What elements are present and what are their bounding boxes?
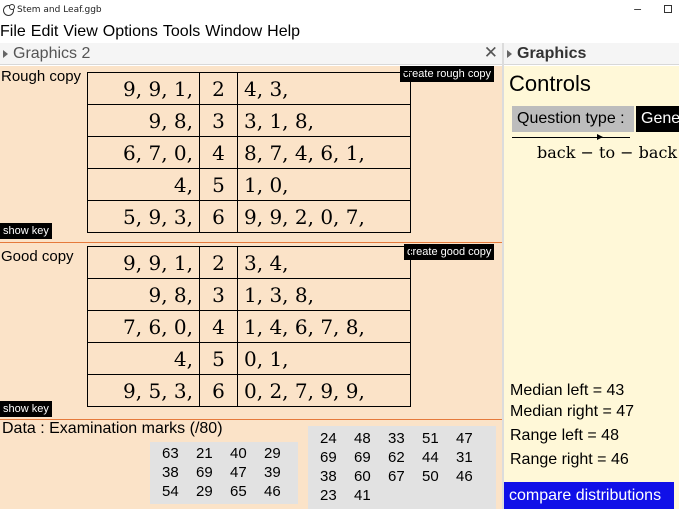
menu-edit[interactable]: Edit [31,23,59,41]
rough-stem-leaf-table: 9, 9, 1, 2 4, 3, 9, 8, 3 3, 1, 8, 6, 7, … [87,72,411,233]
geogebra-app-icon [3,3,15,16]
direction-label: back − to − back [537,143,678,162]
right-data-set: 24 48 33 51 47 69 69 62 44 31 38 60 67 5… [308,426,496,509]
show-key-good-button[interactable]: show key [0,401,52,417]
window-title: Stem and Leaf.ggb [17,5,102,15]
create-rough-copy-button[interactable]: create rough copy [400,66,495,82]
left-leaves-cell: 9, 9, 1, [87,72,200,105]
data-row: 69 69 62 44 31 [320,449,473,466]
menu-window[interactable]: Window [205,23,262,41]
right-leaves-cell: 8, 7, 4, 6, 1, [237,136,411,169]
left-leaves-cell: 5, 9, 3, [87,200,200,233]
table-row: 4, 5 1, 0, [87,168,411,201]
minimize-icon[interactable]: − [633,3,642,16]
collapse-triangle-icon[interactable] [3,49,8,58]
data-row: 54 29 65 46 [162,483,281,500]
menu-bar: File Edit View Options Tools Window Help [0,20,679,43]
question-type-label: Question type : [512,106,634,132]
stem-cell: 3 [199,278,238,311]
left-leaves-cell: 9, 8, [87,104,200,137]
graphics2-panel-header[interactable]: Graphics 2 ✕ [0,43,502,65]
menu-help[interactable]: Help [267,23,300,41]
left-leaves-cell: 9, 5, 3, [87,374,200,407]
direction-arrow-line [512,137,630,138]
right-leaves-cell: 4, 3, [237,72,411,105]
graphics2-canvas[interactable]: Rough copy create rough copy 9, 9, 1, 2 … [0,66,502,509]
graphics-title: Graphics [517,44,587,62]
collapse-triangle-icon[interactable] [507,49,512,58]
graphics-panel-header[interactable]: Graphics [504,43,679,65]
left-leaves-cell: 6, 7, 0, [87,136,200,169]
table-row: 9, 5, 3, 6 0, 2, 7, 9, 9, [87,374,411,407]
close-icon[interactable]: ✕ [484,43,498,63]
arrow-right-icon [597,134,603,140]
right-leaves-cell: 0, 2, 7, 9, 9, [237,374,411,407]
table-row: 5, 9, 3, 6 9, 9, 2, 0, 7, [87,200,411,233]
stem-cell: 6 [199,200,238,233]
maximize-icon[interactable] [664,5,672,13]
median-left-value: Median left = 43 [510,382,625,399]
rough-copy-label: Rough copy [1,68,82,85]
section-separator [0,242,502,243]
table-row: 4, 5 0, 1, [87,342,411,375]
table-row: 9, 8, 3 1, 3, 8, [87,278,411,311]
controls-panel[interactable]: Controls Question type : Gene back − to … [504,66,679,509]
menu-options[interactable]: Options [103,23,158,41]
menu-file[interactable]: File [0,23,26,41]
data-row: 38 69 47 39 [162,464,281,481]
good-stem-leaf-table: 9, 9, 1, 2 3, 4, 9, 8, 3 1, 3, 8, 7, 6, … [87,246,411,407]
stem-cell: 4 [199,136,238,169]
menu-view[interactable]: View [63,23,97,41]
right-leaves-cell: 9, 9, 2, 0, 7, [237,200,411,233]
controls-title: Controls [509,71,591,96]
table-row: 9, 9, 1, 2 4, 3, [87,72,411,105]
left-leaves-cell: 9, 9, 1, [87,246,200,279]
right-leaves-cell: 1, 4, 6, 7, 8, [237,310,411,343]
data-row: 24 48 33 51 47 [320,430,473,447]
median-right-value: Median right = 47 [510,403,635,420]
data-title: Data : Examination marks (/80) [2,420,223,437]
left-leaves-cell: 4, [87,342,200,375]
stem-cell: 5 [199,342,238,375]
title-bar: Stem and Leaf.ggb − [0,0,679,20]
stem-cell: 4 [199,310,238,343]
question-type-selector[interactable]: Gene [636,106,679,132]
range-left-value: Range left = 48 [510,427,619,444]
stem-cell: 2 [199,246,238,279]
right-leaves-cell: 1, 3, 8, [237,278,411,311]
left-leaves-cell: 4, [87,168,200,201]
right-leaves-cell: 3, 4, [237,246,411,279]
stem-cell: 6 [199,374,238,407]
left-leaves-cell: 9, 8, [87,278,200,311]
table-row: 9, 9, 1, 2 3, 4, [87,246,411,279]
menu-tools[interactable]: Tools [163,23,200,41]
data-row: 23 41 [320,487,371,504]
good-copy-label: Good copy [1,248,74,265]
table-row: 9, 8, 3 3, 1, 8, [87,104,411,137]
right-leaves-cell: 1, 0, [237,168,411,201]
stem-cell: 5 [199,168,238,201]
table-row: 6, 7, 0, 4 8, 7, 4, 6, 1, [87,136,411,169]
left-data-set: 63 21 40 29 38 69 47 39 54 29 65 46 [150,442,298,504]
stem-cell: 3 [199,104,238,137]
right-leaves-cell: 3, 1, 8, [237,104,411,137]
right-leaves-cell: 0, 1, [237,342,411,375]
stem-cell: 2 [199,72,238,105]
show-key-rough-button[interactable]: show key [0,223,52,239]
table-row: 7, 6, 0, 4 1, 4, 6, 7, 8, [87,310,411,343]
left-leaves-cell: 7, 6, 0, [87,310,200,343]
graphics2-title: Graphics 2 [13,44,91,62]
create-good-copy-button[interactable]: create good copy [404,244,495,260]
data-row: 38 60 67 50 46 [320,468,473,485]
range-right-value: Range right = 46 [510,451,629,468]
data-row: 63 21 40 29 [162,445,281,462]
compare-distributions-button[interactable]: compare distributions [504,482,674,509]
